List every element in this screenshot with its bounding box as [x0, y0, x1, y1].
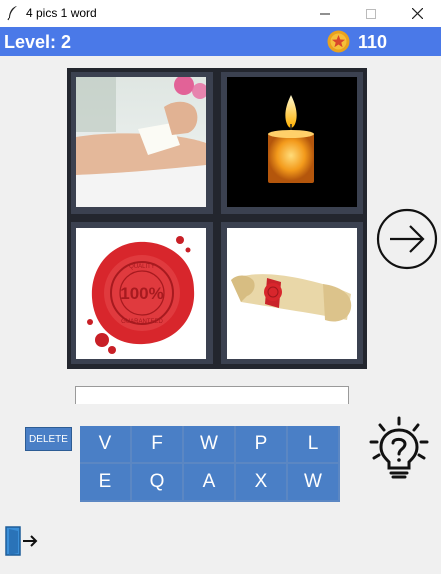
- minimize-button[interactable]: [302, 0, 348, 27]
- picture-grid: 100% QUALITY GUARANTEED: [67, 68, 367, 369]
- letter-tile[interactable]: F: [132, 426, 182, 462]
- delete-button[interactable]: DELETE: [25, 427, 72, 451]
- letter-tile[interactable]: W: [184, 426, 234, 462]
- picture-wax-seal: 100% QUALITY GUARANTEED: [76, 228, 206, 359]
- candle-image: [268, 95, 314, 183]
- letter-tile[interactable]: L: [288, 426, 338, 462]
- svg-text:QUALITY: QUALITY: [129, 264, 155, 270]
- picture-candle: [227, 77, 357, 207]
- lightbulb-question-icon[interactable]: [364, 416, 434, 482]
- arrow-right-circle-icon[interactable]: [376, 208, 438, 270]
- window-titlebar: 4 pics 1 word: [0, 0, 441, 27]
- wax-seal-image: 100% QUALITY GUARANTEED: [87, 236, 195, 354]
- feather-icon: [7, 6, 17, 21]
- letter-tile[interactable]: E: [80, 464, 130, 500]
- maximize-icon: [366, 8, 376, 19]
- maximize-button[interactable]: [348, 0, 394, 27]
- svg-text:GUARANTEED: GUARANTEED: [121, 319, 163, 325]
- picture-sealed-scroll: [227, 228, 357, 359]
- letter-tile[interactable]: A: [184, 464, 234, 500]
- coin-count: 110: [358, 32, 388, 52]
- picture-waxing: [76, 77, 206, 207]
- minimize-icon: [320, 13, 330, 14]
- level-label: Level: 2: [4, 32, 72, 52]
- answer-field[interactable]: [75, 386, 349, 404]
- sealed-scroll-image: [231, 274, 352, 322]
- close-icon: [411, 8, 423, 19]
- close-button[interactable]: [394, 0, 440, 27]
- window-title: 4 pics 1 word: [26, 6, 97, 20]
- letter-tile[interactable]: X: [236, 464, 286, 500]
- letter-tile[interactable]: Q: [132, 464, 182, 500]
- letter-tile[interactable]: W: [288, 464, 338, 500]
- coin-star-icon: [327, 30, 350, 53]
- exit-door-icon[interactable]: [5, 525, 39, 557]
- letter-tile[interactable]: V: [80, 426, 130, 462]
- letter-tiles: V F W P L E Q A X W: [80, 426, 340, 502]
- svg-text:100%: 100%: [120, 284, 163, 303]
- waxing-image: [76, 77, 206, 207]
- letter-tile[interactable]: P: [236, 426, 286, 462]
